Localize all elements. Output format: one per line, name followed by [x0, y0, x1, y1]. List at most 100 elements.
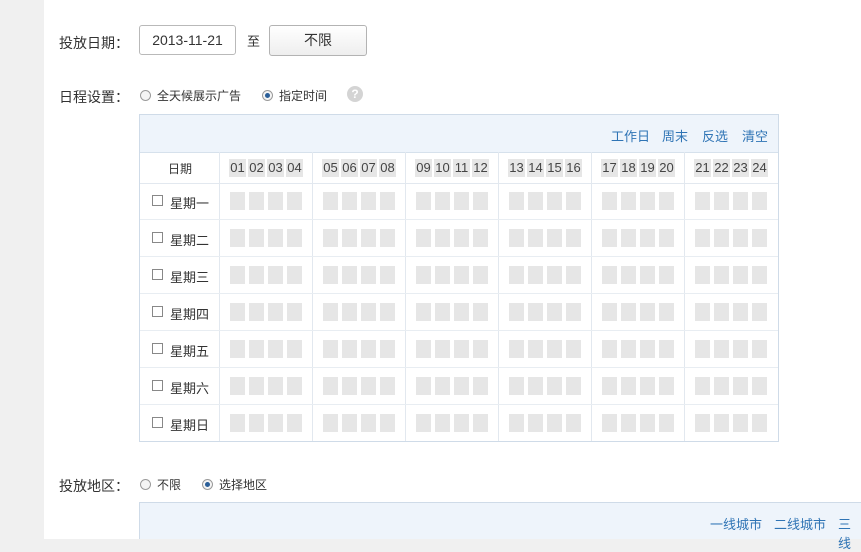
hour-cell[interactable] [621, 303, 636, 321]
hour-cell[interactable] [249, 229, 264, 247]
hour-cell[interactable] [640, 266, 655, 284]
hour-header[interactable]: 08 [379, 159, 396, 177]
hour-cell[interactable] [268, 266, 283, 284]
hour-cell[interactable] [287, 377, 302, 395]
hour-cell[interactable] [509, 192, 524, 210]
end-date-unlimited-button[interactable]: 不限 [269, 25, 367, 56]
hour-cell[interactable] [342, 340, 357, 358]
hour-cell[interactable] [249, 414, 264, 432]
hour-cell[interactable] [230, 266, 245, 284]
hour-header[interactable]: 23 [732, 159, 749, 177]
hour-cell[interactable] [621, 340, 636, 358]
hour-cell[interactable] [416, 229, 431, 247]
hour-cell[interactable] [752, 377, 767, 395]
hour-cell[interactable] [659, 340, 674, 358]
hour-cell[interactable] [640, 377, 655, 395]
hour-cell[interactable] [287, 303, 302, 321]
hour-header[interactable]: 13 [508, 159, 525, 177]
hour-cell[interactable] [268, 414, 283, 432]
weekdays-link[interactable]: 工作日 [611, 126, 650, 145]
hour-cell[interactable] [528, 229, 543, 247]
hour-cell[interactable] [454, 303, 469, 321]
hour-cell[interactable] [380, 414, 395, 432]
hour-cell[interactable] [323, 192, 338, 210]
hour-cell[interactable] [268, 229, 283, 247]
hour-cell[interactable] [566, 340, 581, 358]
hour-cell[interactable] [695, 266, 710, 284]
hour-cell[interactable] [566, 414, 581, 432]
hour-cell[interactable] [380, 303, 395, 321]
hour-header[interactable]: 07 [360, 159, 377, 177]
hour-cell[interactable] [621, 414, 636, 432]
hour-header[interactable]: 10 [434, 159, 451, 177]
hour-cell[interactable] [230, 303, 245, 321]
radio-region-select[interactable] [202, 479, 213, 490]
hour-cell[interactable] [640, 414, 655, 432]
hour-cell[interactable] [509, 229, 524, 247]
radio-all-day[interactable] [140, 90, 151, 101]
hour-cell[interactable] [380, 192, 395, 210]
hour-header[interactable]: 16 [565, 159, 582, 177]
hour-cell[interactable] [230, 377, 245, 395]
hour-header[interactable]: 03 [267, 159, 284, 177]
radio-region-unlimited[interactable] [140, 479, 151, 490]
hour-cell[interactable] [454, 414, 469, 432]
hour-cell[interactable] [323, 229, 338, 247]
tier1-cities-link[interactable]: 一线城市 [710, 514, 762, 533]
hour-header[interactable]: 09 [415, 159, 432, 177]
hour-cell[interactable] [602, 229, 617, 247]
hour-cell[interactable] [361, 266, 376, 284]
hour-header[interactable]: 12 [472, 159, 489, 177]
hour-cell[interactable] [752, 340, 767, 358]
hour-cell[interactable] [342, 192, 357, 210]
hour-cell[interactable] [659, 192, 674, 210]
hour-cell[interactable] [509, 377, 524, 395]
hour-cell[interactable] [287, 229, 302, 247]
hour-header[interactable]: 06 [341, 159, 358, 177]
hour-cell[interactable] [435, 229, 450, 247]
hour-cell[interactable] [509, 414, 524, 432]
hour-cell[interactable] [752, 414, 767, 432]
hour-cell[interactable] [733, 229, 748, 247]
hour-header[interactable]: 02 [248, 159, 265, 177]
hour-cell[interactable] [566, 266, 581, 284]
hour-cell[interactable] [473, 303, 488, 321]
hour-cell[interactable] [602, 414, 617, 432]
hour-cell[interactable] [659, 414, 674, 432]
hour-cell[interactable] [528, 377, 543, 395]
hour-cell[interactable] [323, 340, 338, 358]
hour-cell[interactable] [695, 377, 710, 395]
hour-cell[interactable] [249, 192, 264, 210]
start-date-input[interactable]: 2013-11-21 [139, 25, 236, 55]
hour-cell[interactable] [733, 303, 748, 321]
hour-cell[interactable] [249, 266, 264, 284]
hour-cell[interactable] [416, 266, 431, 284]
hour-header[interactable]: 21 [694, 159, 711, 177]
schedule-all-day-option[interactable]: 全天候展示广告 [140, 87, 241, 104]
hour-cell[interactable] [714, 340, 729, 358]
hour-cell[interactable] [733, 266, 748, 284]
hour-cell[interactable] [733, 414, 748, 432]
hour-cell[interactable] [659, 229, 674, 247]
hour-cell[interactable] [547, 377, 562, 395]
hour-cell[interactable] [380, 377, 395, 395]
hour-cell[interactable] [528, 303, 543, 321]
hour-cell[interactable] [714, 303, 729, 321]
hour-cell[interactable] [435, 340, 450, 358]
hour-cell[interactable] [287, 414, 302, 432]
hour-cell[interactable] [640, 229, 655, 247]
hour-cell[interactable] [547, 229, 562, 247]
hour-header[interactable]: 18 [620, 159, 637, 177]
hour-cell[interactable] [659, 303, 674, 321]
invert-selection-link[interactable]: 反选 [702, 126, 728, 145]
hour-cell[interactable] [268, 192, 283, 210]
hour-cell[interactable] [323, 303, 338, 321]
hour-cell[interactable] [435, 192, 450, 210]
hour-cell[interactable] [473, 192, 488, 210]
hour-cell[interactable] [714, 414, 729, 432]
hour-cell[interactable] [659, 377, 674, 395]
hour-cell[interactable] [435, 414, 450, 432]
clear-link[interactable]: 清空 [742, 126, 768, 145]
day-checkbox[interactable] [152, 195, 163, 206]
hour-header[interactable]: 11 [453, 159, 470, 177]
